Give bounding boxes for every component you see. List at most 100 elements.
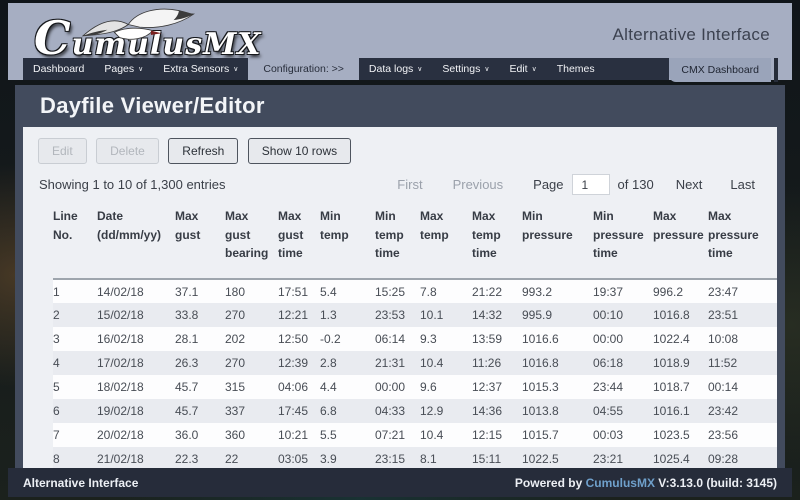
table-cell: 36.0 xyxy=(175,423,225,447)
column-header-max-gust[interactable]: Max gust xyxy=(175,203,225,279)
nav-item-label: Themes xyxy=(557,63,595,75)
column-header-min-temp-time[interactable]: Min temp time xyxy=(375,203,420,279)
table-cell: 14/02/18 xyxy=(97,279,175,303)
table-cell: 04:06 xyxy=(278,375,320,399)
table-cell: 7 xyxy=(53,423,97,447)
column-header-max-gust-bearing[interactable]: Max gust bearing xyxy=(225,203,278,279)
table-cell: 360 xyxy=(225,423,278,447)
table-row[interactable]: 518/02/1845.731504:064.400:009.612:37101… xyxy=(53,375,777,399)
table-cell: 180 xyxy=(225,279,278,303)
table-cell: 270 xyxy=(225,303,278,327)
table-cell: 12:39 xyxy=(278,351,320,375)
table-cell: 16/02/18 xyxy=(97,327,175,351)
table-cell: 995.9 xyxy=(522,303,593,327)
show-rows-button[interactable]: Show 10 rows xyxy=(248,138,351,164)
table-cell: 00:10 xyxy=(593,303,653,327)
page-count-label: of 130 xyxy=(618,177,654,192)
page-label: Page xyxy=(533,177,563,192)
table-row[interactable]: 316/02/1828.120212:50-0.206:149.313:5910… xyxy=(53,327,777,351)
nav-item-data-logs[interactable]: Data logs∨ xyxy=(359,58,432,80)
table-cell: 7.8 xyxy=(420,279,472,303)
cmx-dashboard-button[interactable]: CMX Dashboard xyxy=(669,58,771,82)
nav-item-dashboard[interactable]: Dashboard xyxy=(23,58,94,80)
table-cell: 1.3 xyxy=(320,303,375,327)
chevron-down-icon: ∨ xyxy=(233,65,238,73)
table-row[interactable]: 619/02/1845.733717:456.804:3312.914:3610… xyxy=(53,399,777,423)
chevron-down-icon: ∨ xyxy=(138,65,143,73)
table-cell: 1 xyxy=(53,279,97,303)
nav-item-edit[interactable]: Edit ∨ xyxy=(499,58,546,80)
toolbar: Edit Delete Refresh Show 10 rows xyxy=(23,127,777,164)
table-cell: 00:00 xyxy=(593,327,653,351)
footer-bar: Alternative Interface Powered by Cumulus… xyxy=(8,468,792,497)
table-cell: 12:15 xyxy=(472,423,522,447)
nav-item-label: Settings xyxy=(442,63,480,75)
table-cell: 04:55 xyxy=(593,399,653,423)
logo-link[interactable]: CumulusMX xyxy=(34,20,262,63)
delete-button[interactable]: Delete xyxy=(96,138,159,164)
column-header-min-pressure-time[interactable]: Min pressure time xyxy=(593,203,653,279)
nav-item-pages[interactable]: Pages ∨ xyxy=(94,58,153,80)
table-cell: 202 xyxy=(225,327,278,351)
table-row[interactable]: 114/02/1837.118017:515.415:257.821:22993… xyxy=(53,279,777,303)
table-cell: 10.4 xyxy=(420,351,472,375)
table-cell: 9.3 xyxy=(420,327,472,351)
pagination-last[interactable]: Last xyxy=(730,177,755,192)
table-cell: 12:37 xyxy=(472,375,522,399)
column-header-max-temp[interactable]: Max temp xyxy=(420,203,472,279)
table-header-row: Line No.Date (dd/mm/yy)Max gustMax gust … xyxy=(53,203,777,279)
column-header-max-pressure-time[interactable]: Max pressure time xyxy=(708,203,777,279)
pagination-previous[interactable]: Previous xyxy=(453,177,504,192)
table-row[interactable]: 215/02/1833.827012:211.323:5310.114:3299… xyxy=(53,303,777,327)
nav-item-themes[interactable]: Themes xyxy=(547,58,605,80)
table-cell: 13:59 xyxy=(472,327,522,351)
table-cell: 45.7 xyxy=(175,375,225,399)
refresh-button[interactable]: Refresh xyxy=(168,138,238,164)
table-cell: 12.9 xyxy=(420,399,472,423)
page-number-input[interactable] xyxy=(572,174,610,195)
table-cell: 23:56 xyxy=(708,423,777,447)
column-header-min-pressure[interactable]: Min pressure xyxy=(522,203,593,279)
nav-item-label: Pages xyxy=(104,63,134,75)
pagination-first[interactable]: First xyxy=(397,177,422,192)
table-cell: 1016.6 xyxy=(522,327,593,351)
table-cell: 5 xyxy=(53,375,97,399)
table-cell: 23:47 xyxy=(708,279,777,303)
table-cell: 23:42 xyxy=(708,399,777,423)
table-cell: 1015.7 xyxy=(522,423,593,447)
table-row[interactable]: 417/02/1826.327012:392.821:3110.411:2610… xyxy=(53,351,777,375)
table-cell: 06:14 xyxy=(375,327,420,351)
edit-button[interactable]: Edit xyxy=(38,138,87,164)
cumulusmx-link[interactable]: CumulusMX xyxy=(586,476,655,490)
table-cell: 270 xyxy=(225,351,278,375)
seagull-logo-icon xyxy=(76,6,198,50)
table-cell: 12:50 xyxy=(278,327,320,351)
column-header-max-temp-time[interactable]: Max temp time xyxy=(472,203,522,279)
table-cell: 06:18 xyxy=(593,351,653,375)
column-header-date-dd-mm-yy[interactable]: Date (dd/mm/yy) xyxy=(97,203,175,279)
table-cell: 17:51 xyxy=(278,279,320,303)
nav-item-label: Edit xyxy=(509,63,527,75)
panel-body: Edit Delete Refresh Show 10 rows Showing… xyxy=(23,127,777,496)
column-header-max-pressure[interactable]: Max pressure xyxy=(653,203,708,279)
table-cell: 5.5 xyxy=(320,423,375,447)
nav-item-extra-sensors[interactable]: Extra Sensors∨ xyxy=(153,58,248,80)
table-cell: 45.7 xyxy=(175,399,225,423)
table-cell: 337 xyxy=(225,399,278,423)
nav-end-bracket xyxy=(774,58,778,82)
table-cell: 315 xyxy=(225,375,278,399)
table-cell: 1016.8 xyxy=(653,303,708,327)
nav-item-settings[interactable]: Settings∨ xyxy=(432,58,499,80)
pagination-next[interactable]: Next xyxy=(676,177,703,192)
column-header-min-temp[interactable]: Min temp xyxy=(320,203,375,279)
table-cell: 996.2 xyxy=(653,279,708,303)
table-cell: 28.1 xyxy=(175,327,225,351)
table-row[interactable]: 720/02/1836.036010:215.507:2110.412:1510… xyxy=(53,423,777,447)
dayfile-table: Line No.Date (dd/mm/yy)Max gustMax gust … xyxy=(53,203,777,471)
column-header-line-no[interactable]: Line No. xyxy=(53,203,97,279)
table-cell: 00:03 xyxy=(593,423,653,447)
chevron-down-icon: ∨ xyxy=(532,65,537,73)
column-header-max-gust-time[interactable]: Max gust time xyxy=(278,203,320,279)
table-cell: 11:52 xyxy=(708,351,777,375)
nav-item-label: Data logs xyxy=(369,63,413,75)
